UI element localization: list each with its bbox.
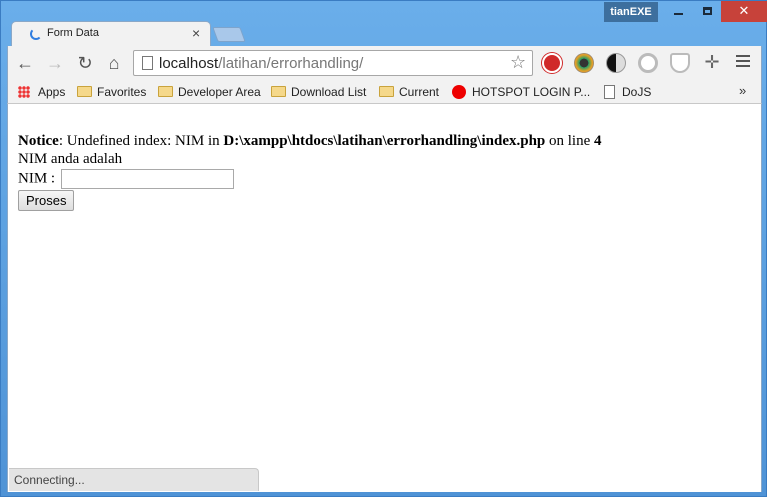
folder-icon xyxy=(271,86,286,97)
new-tab-button[interactable] xyxy=(212,27,246,42)
stop-extension-icon[interactable] xyxy=(542,53,562,73)
minimize-icon xyxy=(673,13,683,15)
bookmark-developer-area[interactable]: Developer Area xyxy=(158,83,261,101)
document-icon xyxy=(604,85,615,99)
shield-extension-icon[interactable] xyxy=(670,53,690,73)
toolbar: ← → ↻ ⌂ localhost/latihan/errorhandling/… xyxy=(7,46,762,80)
bookmark-current[interactable]: Current xyxy=(379,83,439,101)
notice-label: Notice xyxy=(18,133,59,149)
folder-icon xyxy=(158,86,173,97)
nim-output: NIM anda adalah xyxy=(18,151,123,167)
folder-icon xyxy=(379,86,394,97)
bookmark-apps[interactable]: Apps xyxy=(18,83,65,101)
nim-label: NIM : xyxy=(18,170,56,187)
tab-title: Form Data xyxy=(47,27,99,39)
notice-text: : Undefined index: NIM in xyxy=(58,133,224,149)
maximize-button[interactable] xyxy=(693,1,721,22)
minimize-button[interactable] xyxy=(663,1,693,22)
notice-path: D:\xampp\htdocs\latihan\errorhandling\in… xyxy=(223,133,546,149)
bookmarks-overflow-icon[interactable]: » xyxy=(739,83,746,98)
forward-button[interactable]: → xyxy=(44,53,66,73)
ring-extension-icon[interactable] xyxy=(638,53,658,73)
nim-field-row: NIM : xyxy=(18,169,602,189)
browser-window: tianEXE ✕ Form Data × ← → ↻ ⌂ localhost/… xyxy=(0,0,767,497)
url-path: /latihan/errorhandling/ xyxy=(218,55,364,72)
hotspot-icon xyxy=(452,85,466,99)
reload-button[interactable]: ↻ xyxy=(74,53,96,73)
address-bar[interactable]: localhost/latihan/errorhandling/ ☆ xyxy=(133,50,533,76)
user-badge[interactable]: tianEXE xyxy=(604,2,658,22)
nim-input[interactable] xyxy=(60,169,234,189)
bookmark-star-icon[interactable]: ☆ xyxy=(510,52,526,73)
menu-icon[interactable] xyxy=(736,55,750,70)
folder-icon xyxy=(77,86,92,97)
maximize-icon xyxy=(702,7,712,15)
status-bubble: Connecting... xyxy=(9,468,259,491)
bookmark-favorites[interactable]: Favorites xyxy=(77,83,146,101)
home-button[interactable]: ⌂ xyxy=(103,53,125,73)
url-text: localhost/latihan/errorhandling/ xyxy=(159,55,363,72)
proses-button[interactable]: Proses xyxy=(18,190,75,211)
bookmark-hotspot-login[interactable]: HOTSPOT LOGIN P... xyxy=(452,83,590,101)
page-icon xyxy=(142,56,153,70)
contrast-extension-icon[interactable] xyxy=(606,53,626,73)
page-viewport: Notice: Undefined index: NIM in D:\xampp… xyxy=(7,104,762,492)
bookmarks-bar: Apps Favorites Developer Area Download L… xyxy=(7,80,762,104)
apps-icon xyxy=(18,86,30,98)
tab-close-icon[interactable]: × xyxy=(192,25,200,41)
php-notice: Notice: Undefined index: NIM in D:\xampp… xyxy=(18,132,602,150)
move-extension-icon[interactable]: ✛ xyxy=(702,53,722,73)
notice-text-line: on line xyxy=(545,133,595,149)
back-button[interactable]: ← xyxy=(14,53,36,73)
loading-spinner-icon xyxy=(30,28,42,40)
notice-line-number: 4 xyxy=(594,133,602,149)
page-content: Notice: Undefined index: NIM in D:\xampp… xyxy=(18,132,602,211)
close-window-button[interactable]: ✕ xyxy=(721,1,767,22)
color-picker-extension-icon[interactable] xyxy=(574,53,594,73)
tab-form-data[interactable]: Form Data × xyxy=(11,21,211,47)
bookmark-download-list[interactable]: Download List xyxy=(271,83,366,101)
url-host: localhost xyxy=(159,55,219,72)
bookmark-dojs[interactable]: DoJS xyxy=(602,83,651,101)
